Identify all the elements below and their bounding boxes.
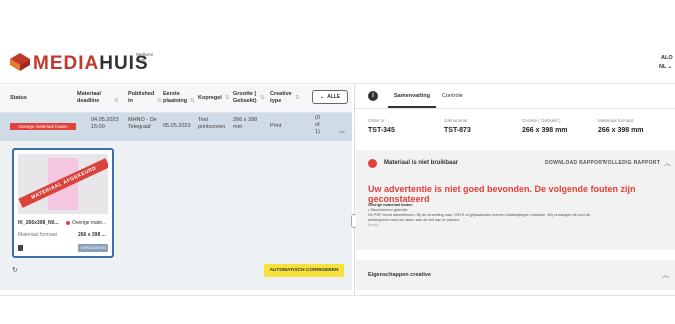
format-label: Materiaal formaat [598, 118, 634, 123]
filter-all-button[interactable]: ⌄ ALLE [312, 90, 348, 104]
brand-logo-text: MEDIAHUIS [33, 53, 149, 75]
more-link[interactable]: Bekijk... [368, 223, 668, 228]
cell-grootte: 266 x 398 mm [233, 117, 258, 130]
auto-fix-button[interactable]: AUTOMATISCH CORRIGEREN [264, 264, 344, 277]
eigenschappen-panel[interactable]: Eigenschappen creative ︿ [356, 260, 675, 290]
size-label: Grootte ( Gebsekt ) [522, 118, 561, 123]
card-filename: lK_266x398_N0... [18, 220, 59, 226]
welcome-text: Welkom! SMB [136, 52, 153, 64]
error-title: Materiaal is niet bruikbaar [384, 160, 459, 166]
error-panel: Materiaal is niet bruikbaar DOWNLOAD RAP… [356, 150, 675, 250]
tab-controle[interactable]: Controle [442, 93, 463, 99]
sort-icon[interactable]: ⇅ [293, 95, 300, 102]
detail-tabs: i Samenvatting Controle [356, 85, 675, 109]
card-format-label: Materiaal formaat [18, 232, 57, 238]
error-dot-icon [66, 220, 70, 225]
delete-button[interactable]: VERWIJDEREN [78, 244, 108, 252]
sort-icon[interactable]: ⇅ [112, 98, 119, 105]
format-value: 266 x 398 mm [598, 127, 644, 134]
error-heading: Uw advertentie is niet goed bevonden. De… [368, 184, 636, 204]
error-details: Overige materiaal fouten • Steunkleuren … [368, 203, 668, 228]
refresh-icon[interactable]: ↻ [12, 266, 18, 274]
error-subheading: Overige materiaal fouten [368, 203, 413, 207]
materials-panel: Status Materiaal deadline ⇅ Published in… [0, 85, 352, 290]
detail-panel: i Samenvatting Controle Order nr TST-345… [356, 85, 675, 295]
sort-icon[interactable]: ⇅ [258, 95, 265, 102]
cell-published-in: MHNO - De Telegraaf [128, 117, 157, 130]
cell-deadline: 04.05.2023 15:00 [91, 117, 119, 130]
sort-icon[interactable]: ⇅ [155, 98, 162, 105]
user-initials[interactable]: ALO [661, 55, 673, 61]
language-label: NL [659, 64, 667, 70]
footer-divider [0, 295, 675, 296]
card-format-value: 266 x 398 ... [78, 232, 106, 238]
active-tab-indicator [388, 106, 436, 108]
card-error: Overige mate... [66, 220, 106, 226]
panel-divider [354, 85, 355, 295]
welcome-line-2: SMB [136, 58, 146, 63]
cell-creative-type: Print [270, 123, 282, 129]
mediahuis-logo-icon [10, 53, 30, 71]
column-header-kopregel[interactable]: Kopregel [198, 95, 222, 102]
cell-eerste-plaatsing: 05.05.2023 [163, 123, 191, 129]
table-row[interactable]: Overige materiaal fouten 04.05.2023 15:0… [0, 113, 352, 141]
cell-kopregel: Test printscreen [198, 117, 226, 130]
eigenschappen-title: Eigenschappen creative [368, 272, 431, 278]
column-header-grootte[interactable]: Grootte ( Gebsekt) [233, 91, 259, 105]
status-badge: Overige materiaal fouten [10, 123, 76, 130]
trash-icon[interactable] [18, 245, 23, 251]
download-report-link[interactable]: DOWNLOAD RAPPORT [545, 160, 606, 166]
column-header-published[interactable]: Published in [128, 91, 156, 105]
cell-count: (0 of 1) [315, 115, 320, 135]
sort-icon[interactable]: ⇅ [188, 98, 195, 105]
error-icon [368, 159, 377, 168]
full-report-link[interactable]: VOLLEDIG RAPPORT [604, 160, 660, 166]
column-header-deadline[interactable]: Materiaal deadline [77, 91, 113, 105]
size-value: 266 x 398 mm [522, 127, 568, 134]
order-label: Order nr [368, 118, 385, 123]
job-label: Jobnummer [444, 118, 468, 123]
chevron-up-icon[interactable]: ︿ [662, 270, 669, 280]
language-selector[interactable]: NL ⌄ [659, 64, 672, 70]
creative-thumbnail[interactable]: MATERIAAL AFGEKEURD [18, 154, 108, 214]
sort-icon[interactable]: ⇅ [223, 95, 230, 102]
chevron-down-icon: ⌄ [667, 64, 673, 70]
brand-part-1: MEDIA [33, 53, 100, 74]
job-value: TST-873 [444, 127, 471, 134]
tab-samenvatting[interactable]: Samenvatting [394, 93, 430, 99]
table-header: Status Materiaal deadline ⇅ Published in… [0, 85, 352, 113]
chevron-up-icon[interactable]: ︿ [664, 158, 671, 168]
info-icon[interactable]: i [368, 91, 378, 101]
chevron-up-icon[interactable]: ︿ [339, 126, 345, 135]
order-value: TST-345 [368, 127, 395, 134]
column-header-eerste-plaatsing[interactable]: Eerste plaatsing [163, 91, 189, 105]
top-blank-area [0, 0, 675, 40]
column-header-status[interactable]: Status [10, 95, 27, 102]
chevron-down-icon: ⌄ [319, 94, 325, 100]
column-header-creative-type[interactable]: Creative type [270, 91, 294, 105]
creative-card[interactable]: MATERIAAL AFGEKEURD lK_266x398_N0... Ove… [12, 148, 114, 258]
